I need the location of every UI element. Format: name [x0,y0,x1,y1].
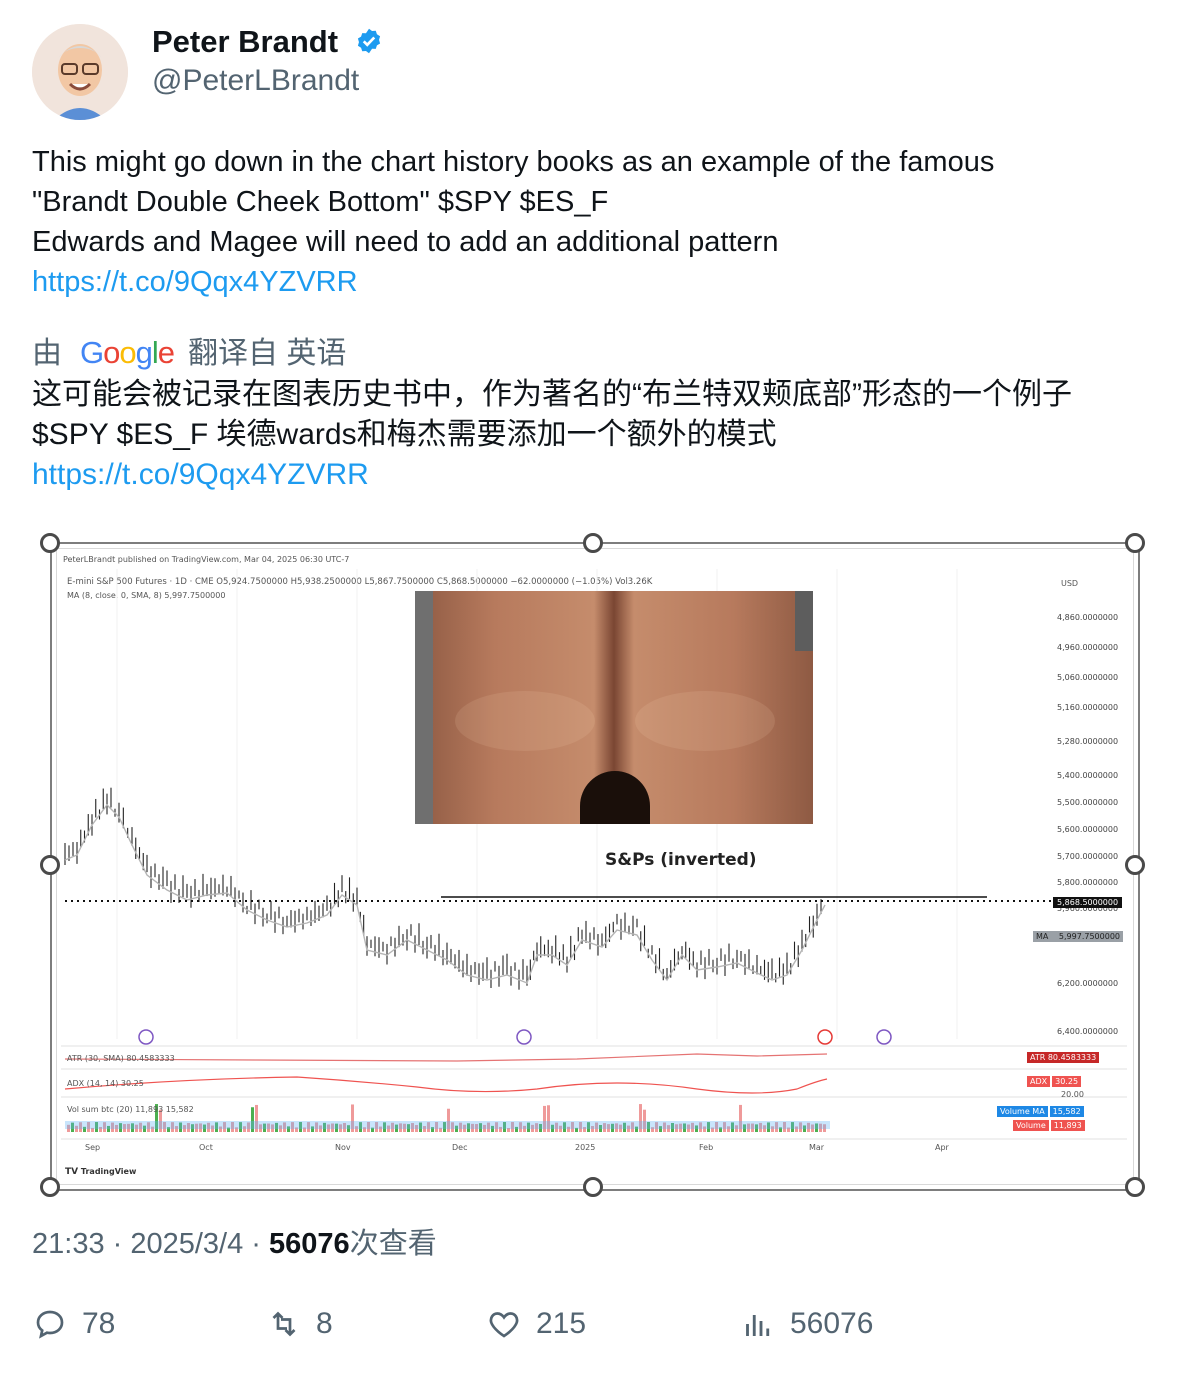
last-price-tag: 5,868.5000000 [1053,897,1123,908]
analytics-icon [746,1315,770,1336]
price-tick: 5,400.0000000 [1057,771,1119,780]
price-tick: 6,400.0000000 [1057,1027,1119,1036]
tweet-line: Edwards and Magee will need to add an ad… [32,226,779,258]
tweet-text: This might go down in the chart history … [32,142,1172,302]
ma-tag: MA 5,997.7500000 [1033,931,1123,942]
tweet-link[interactable]: https://t.co/9Qqx4YZVRR [32,262,1172,302]
resize-handle[interactable] [583,533,603,553]
resize-handle[interactable] [40,1177,60,1197]
reply-button[interactable]: 78 [32,1306,115,1342]
repost-button[interactable]: 8 [266,1306,333,1342]
resize-handle[interactable] [1125,1177,1145,1197]
reply-icon [36,1310,64,1339]
author-name[interactable]: Peter Brandt [152,24,383,60]
month-tick: Nov [335,1143,351,1152]
avatar[interactable] [32,24,128,120]
google-logo: Google [80,335,175,370]
translation-line: $SPY $ES_F 埃德wards和梅杰需要添加一个额外的模式 [32,418,777,451]
month-tick: Oct [199,1143,213,1152]
chart-frame: PeterLBrandt published on TradingView.co… [56,548,1134,1185]
price-tick: 5,800.0000000 [1057,878,1119,887]
price-tick: 5,700.0000000 [1057,852,1119,861]
month-tick: Apr [935,1143,949,1152]
tweet-line: This might go down in the chart history … [32,146,995,178]
tweet-line: "Brandt Double Cheek Bottom" $SPY $ES_F [32,186,609,218]
price-tick: 5,500.0000000 [1057,798,1119,807]
inset-photo [415,591,813,824]
price-tick: 5,060.0000000 [1057,673,1119,682]
translation-line: 这可能会被记录在图表历史书中，作为著名的“布兰特双颊底部”形态的一个例子 [32,378,1072,411]
price-tick: 5,160.0000000 [1057,703,1119,712]
repost-icon [272,1311,296,1337]
month-tick: Sep [85,1143,101,1152]
view-count: 56076 [269,1228,350,1260]
translation-header: 由 Google 翻译自 英语 [32,335,347,370]
tradingview-logo: TV TradingView [65,1167,137,1177]
resize-handle[interactable] [40,855,60,875]
resize-handle[interactable] [583,1177,603,1197]
verified-badge-icon [357,28,380,54]
adx-tag: ADX 30.25 [1027,1076,1082,1087]
price-tick: 4,960.0000000 [1057,643,1119,652]
atr-label: ATR (30, SMA) 80.4583333 [67,1054,175,1063]
heart-icon [489,1312,519,1338]
month-tick: Dec [452,1143,468,1152]
chart-annotation: S&Ps (inverted) [605,850,757,870]
volume-tag: Volume 11,893 [1013,1120,1085,1131]
tweet-time[interactable]: 21:33 [32,1228,105,1260]
views-button[interactable]: 56076 [740,1306,873,1342]
atr-tag: ATR 80.4583333 [1027,1052,1100,1063]
price-tick: 6,200.0000000 [1057,979,1119,988]
price-tick: 5,600.0000000 [1057,825,1119,834]
resize-handle[interactable] [1125,855,1145,875]
price-tick: 5,280.0000000 [1057,737,1119,746]
author-handle[interactable]: @PeterLBrandt [152,64,359,98]
month-tick: Feb [699,1143,714,1152]
adx-label: ADX (14, 14) 30.25 [67,1079,144,1088]
volume-ma-tag: Volume MA 15,582 [997,1106,1084,1117]
translation-link[interactable]: https://t.co/9Qqx4YZVRR [32,455,1182,495]
adx-level: 20.00 [1061,1090,1084,1099]
resize-handle[interactable] [40,533,60,553]
volume-label: Vol sum btc (20) 11,893 15,582 [67,1105,194,1114]
tweet-date[interactable]: 2025/3/4 [130,1228,243,1260]
month-tick: Mar [809,1143,825,1152]
price-tick: 4,860.0000000 [1057,613,1119,622]
resize-handle[interactable] [1125,533,1145,553]
month-tick: 2025 [575,1143,596,1152]
tweet-meta: 21:33 · 2025/3/4 · 56076次查看 [32,1228,437,1260]
translation-text: 这可能会被记录在图表历史书中，作为著名的“布兰特双颊底部”形态的一个例子 $SP… [32,375,1182,495]
tweet-media-image[interactable]: PeterLBrandt published on TradingView.co… [50,542,1140,1191]
like-button[interactable]: 215 [486,1306,586,1342]
